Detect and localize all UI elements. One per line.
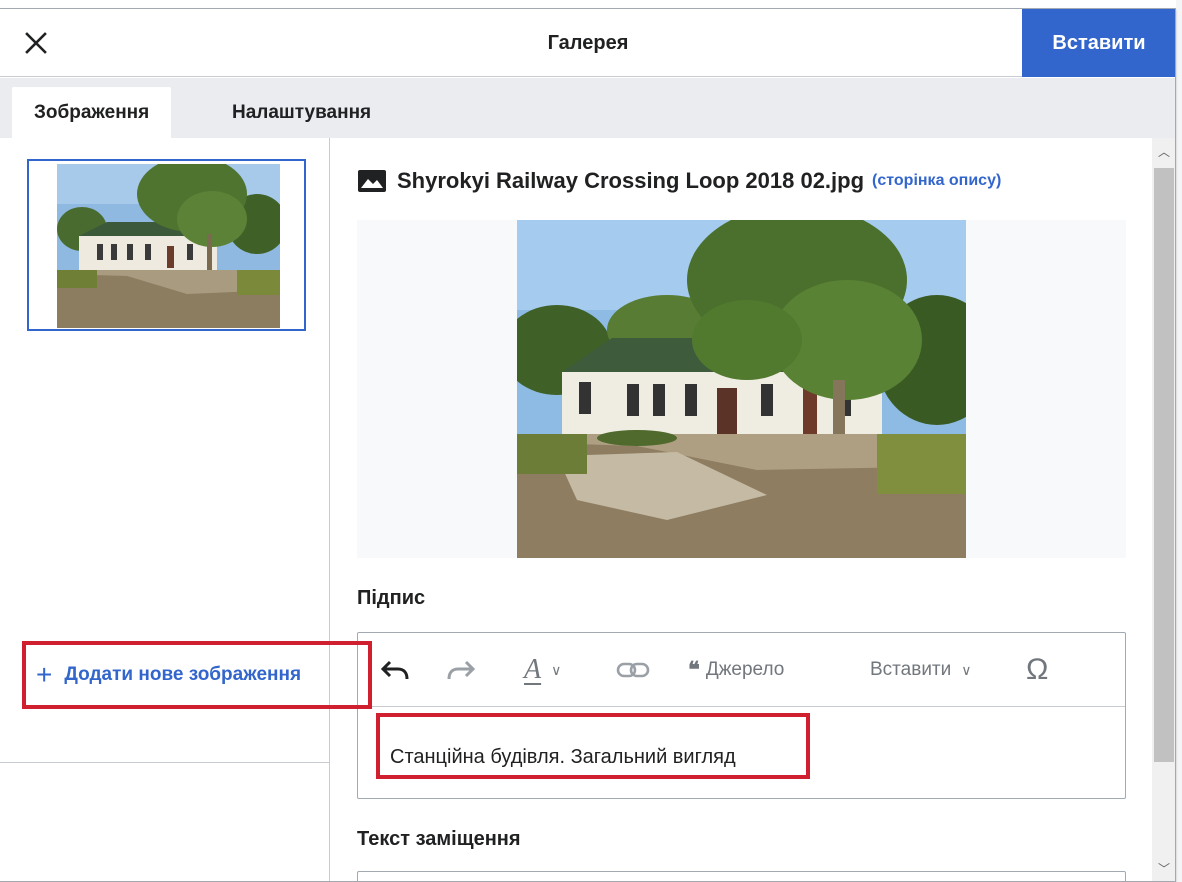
description-page-link[interactable]: (сторінка опису) xyxy=(872,172,1001,190)
special-character-button[interactable]: Ω xyxy=(1026,633,1048,707)
add-new-image-button[interactable]: + Додати нове зображення xyxy=(22,641,372,709)
undo-button[interactable] xyxy=(380,633,410,707)
tab-settings[interactable]: Налаштування xyxy=(210,87,393,138)
text-style-dropdown[interactable]: A ∨ xyxy=(524,633,561,707)
caption-editor: A ∨ ❝ Джерело Вставити ∨ Ω Станційна буд… xyxy=(357,632,1126,799)
images-list-panel xyxy=(0,138,330,881)
cite-label: Джерело xyxy=(705,659,785,680)
chevron-down-icon: ∨ xyxy=(551,661,562,678)
editor-toolbar: A ∨ ❝ Джерело Вставити ∨ Ω xyxy=(358,633,1125,707)
quote-icon: ❝ xyxy=(688,657,700,682)
add-new-image-label: Додати нове зображення xyxy=(64,664,302,685)
cite-button[interactable]: ❝ Джерело xyxy=(688,633,784,707)
caption-text[interactable]: Станційна будівля. Загальний вигляд xyxy=(390,746,736,769)
image-icon xyxy=(358,170,386,192)
dialog-title: Галерея xyxy=(547,32,629,54)
plus-icon: + xyxy=(36,659,53,690)
left-panel-divider xyxy=(0,762,330,763)
redo-button[interactable] xyxy=(446,633,476,707)
link-button[interactable] xyxy=(616,633,650,707)
gallery-thumbnail-selected[interactable] xyxy=(27,159,306,331)
image-preview xyxy=(517,220,966,558)
image-preview-area xyxy=(357,220,1126,558)
dialog-header: Галерея Вставити xyxy=(0,9,1175,77)
scrollbar[interactable]: ︿ ﹀ xyxy=(1152,138,1175,881)
alt-text-label: Текст заміщення xyxy=(357,828,521,850)
link-icon xyxy=(616,662,650,678)
scroll-up-icon[interactable]: ︿ xyxy=(1152,142,1175,162)
file-heading: Shyrokyi Railway Crossing Loop 2018 02.j… xyxy=(357,166,1001,196)
file-name: Shyrokyi Railway Crossing Loop 2018 02.j… xyxy=(397,168,865,193)
background-page-edge xyxy=(1176,0,1182,882)
redo-icon xyxy=(447,660,476,680)
gallery-dialog: Галерея Вставити Зображення Налаштування xyxy=(0,8,1176,882)
omega-icon: Ω xyxy=(1026,653,1049,686)
tab-images[interactable]: Зображення xyxy=(12,87,172,138)
text-style-icon: A xyxy=(524,654,542,685)
scroll-down-icon[interactable]: ﹀ xyxy=(1152,859,1175,879)
image-details-panel: Shyrokyi Railway Crossing Loop 2018 02.j… xyxy=(331,138,1152,881)
undo-icon xyxy=(380,660,409,680)
tab-bar: Зображення Налаштування xyxy=(0,78,1175,138)
caption-label: Підпис xyxy=(357,587,426,609)
insert-dropdown-label: Вставити xyxy=(870,659,952,680)
insert-button[interactable]: Вставити xyxy=(1022,9,1175,77)
thumbnail-image xyxy=(57,164,280,328)
chevron-down-icon: ∨ xyxy=(961,661,972,678)
scrollbar-thumb[interactable] xyxy=(1154,168,1174,762)
alt-text-input[interactable] xyxy=(357,871,1126,881)
insert-dropdown[interactable]: Вставити ∨ xyxy=(870,633,972,707)
